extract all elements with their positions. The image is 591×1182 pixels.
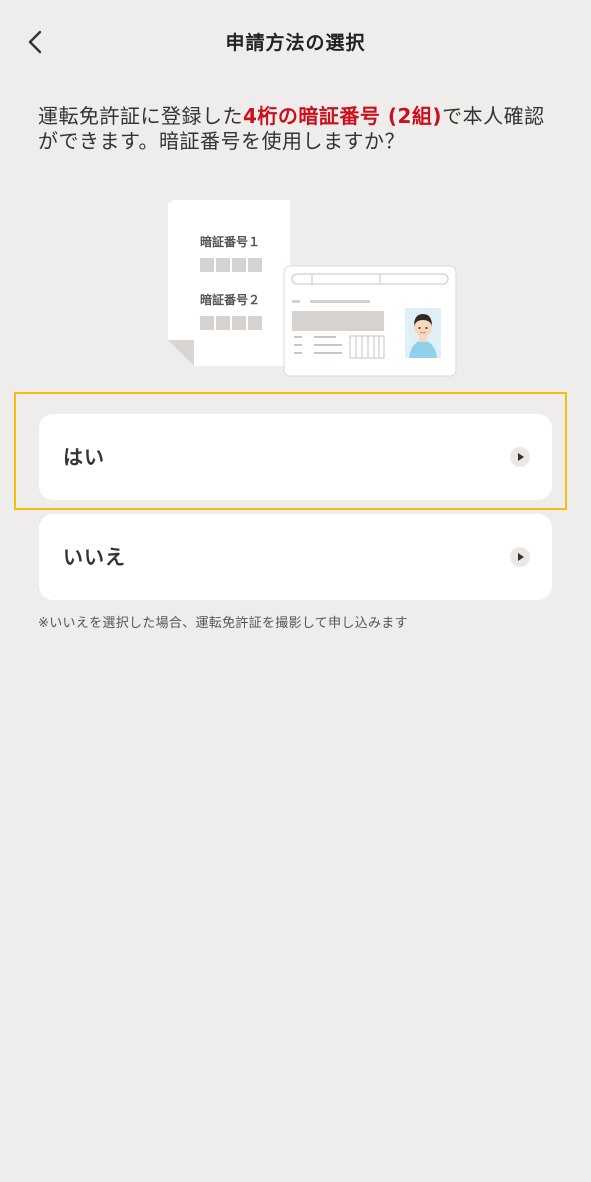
page-title: 申請方法の選択 [225, 32, 366, 54]
pin1-box-2 [216, 258, 230, 272]
pin2-label: 暗証番号２ [200, 292, 260, 307]
pin2-box-3 [232, 316, 246, 330]
option-no[interactable]: いいえ [39, 514, 552, 600]
intro-text: 運転免許証に登録した4桁の暗証番号 (2組)で本人確認ができます。暗証番号を使用… [38, 104, 558, 154]
option-no-label: いいえ [63, 545, 126, 569]
pin1-box-4 [248, 258, 262, 272]
license-card [283, 265, 457, 377]
footnote: ※いいえを選択した場合、運転免許証を撮影して申し込みます [38, 616, 408, 631]
pin2-box-2 [216, 316, 230, 330]
intro-highlight: 4桁の暗証番号 (2組) [243, 104, 443, 128]
pin1-box-1 [200, 258, 214, 272]
app-header: 申請方法の選択 [0, 0, 591, 82]
pin2-box-1 [200, 316, 214, 330]
play-arrow-icon [510, 447, 530, 467]
play-arrow-icon [510, 547, 530, 567]
option-yes-label: はい [63, 445, 105, 469]
pin-and-license-illustration: 暗証番号１ 暗証番号２ [168, 200, 457, 377]
intro-text-before: 運転免許証に登録した [38, 104, 243, 128]
option-yes[interactable]: はい [39, 414, 552, 500]
pin1-box-3 [232, 258, 246, 272]
pin2-box-4 [248, 316, 262, 330]
pin1-label: 暗証番号１ [200, 234, 260, 249]
